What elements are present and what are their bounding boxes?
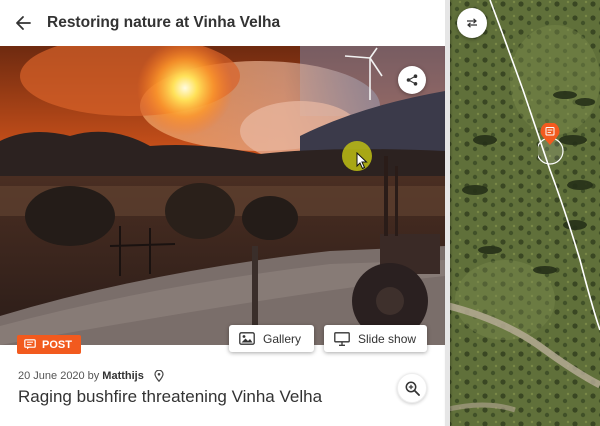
post-date: 20 June 2020 bbox=[18, 370, 85, 382]
swap-arrows-icon bbox=[467, 18, 477, 28]
post-icon bbox=[24, 339, 36, 350]
by-label: by bbox=[87, 370, 100, 382]
arrow-left-icon bbox=[16, 16, 31, 30]
map-pin-icon bbox=[536, 122, 564, 165]
page-title: Restoring nature at Vinha Velha bbox=[47, 14, 281, 31]
post-meta: 20 June 2020 by Matthijs bbox=[18, 370, 164, 382]
share-icon bbox=[406, 74, 418, 86]
swap-view-button[interactable] bbox=[457, 8, 487, 38]
presentation-icon bbox=[334, 331, 350, 346]
satellite-map[interactable] bbox=[445, 0, 600, 426]
gallery-label: Gallery bbox=[263, 331, 302, 346]
story-panel: Restoring nature at Vinha Velha POST Gal… bbox=[0, 0, 445, 426]
location-pin-icon[interactable] bbox=[154, 370, 164, 382]
post-photo[interactable] bbox=[0, 46, 445, 345]
zoom-in-icon bbox=[405, 381, 420, 396]
slideshow-label: Slide show bbox=[358, 331, 417, 346]
map-post-marker[interactable] bbox=[536, 122, 566, 170]
back-button[interactable] bbox=[0, 0, 46, 46]
mouse-cursor-icon bbox=[356, 152, 368, 170]
share-button[interactable] bbox=[398, 66, 426, 94]
panel-divider[interactable] bbox=[445, 0, 450, 426]
image-icon bbox=[239, 332, 255, 345]
slideshow-button[interactable]: Slide show bbox=[324, 325, 427, 352]
zoom-to-location-button[interactable] bbox=[397, 373, 427, 403]
top-bar: Restoring nature at Vinha Velha bbox=[0, 0, 445, 46]
gallery-button[interactable]: Gallery bbox=[229, 325, 314, 352]
post-type-badge: POST bbox=[17, 335, 81, 354]
post-title: Raging bushfire threatening Vinha Velha bbox=[18, 387, 323, 406]
badge-label: POST bbox=[42, 338, 72, 351]
post-author[interactable]: Matthijs bbox=[102, 370, 144, 382]
